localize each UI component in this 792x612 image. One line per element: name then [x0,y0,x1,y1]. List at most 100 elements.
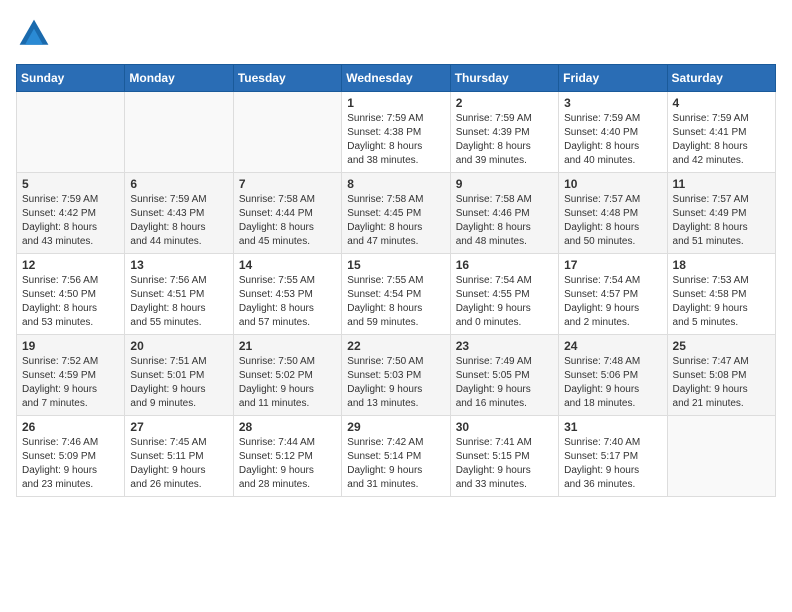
day-number: 31 [564,420,661,434]
day-number: 15 [347,258,444,272]
day-info: Sunrise: 7:59 AM Sunset: 4:40 PM Dayligh… [564,112,661,168]
logo-icon [16,16,52,52]
calendar-week-row: 5 Sunrise: 7:59 AM Sunset: 4:42 PM Daylig… [17,173,776,254]
day-info: Sunrise: 7:58 AM Sunset: 4:45 PM Dayligh… [347,193,444,249]
day-info: Sunrise: 7:54 AM Sunset: 4:57 PM Dayligh… [564,274,661,330]
day-number: 22 [347,339,444,353]
calendar-cell: 12 Sunrise: 7:56 AM Sunset: 4:50 PM Dayli… [17,254,125,335]
day-number: 24 [564,339,661,353]
weekday-header: Saturday [667,65,775,92]
day-info: Sunrise: 7:40 AM Sunset: 5:17 PM Dayligh… [564,436,661,492]
calendar-week-row: 19 Sunrise: 7:52 AM Sunset: 4:59 PM Dayli… [17,335,776,416]
calendar-cell: 1 Sunrise: 7:59 AM Sunset: 4:38 PM Daylig… [342,92,450,173]
day-info: Sunrise: 7:55 AM Sunset: 4:53 PM Dayligh… [239,274,336,330]
day-info: Sunrise: 7:51 AM Sunset: 5:01 PM Dayligh… [130,355,227,411]
day-number: 2 [456,96,553,110]
weekday-header: Thursday [450,65,558,92]
calendar-cell: 18 Sunrise: 7:53 AM Sunset: 4:58 PM Dayli… [667,254,775,335]
day-number: 10 [564,177,661,191]
day-number: 13 [130,258,227,272]
day-info: Sunrise: 7:57 AM Sunset: 4:48 PM Dayligh… [564,193,661,249]
day-info: Sunrise: 7:59 AM Sunset: 4:43 PM Dayligh… [130,193,227,249]
day-number: 3 [564,96,661,110]
calendar-cell: 11 Sunrise: 7:57 AM Sunset: 4:49 PM Dayli… [667,173,775,254]
day-number: 26 [22,420,119,434]
calendar-week-row: 1 Sunrise: 7:59 AM Sunset: 4:38 PM Daylig… [17,92,776,173]
day-info: Sunrise: 7:58 AM Sunset: 4:46 PM Dayligh… [456,193,553,249]
day-number: 7 [239,177,336,191]
calendar-cell: 3 Sunrise: 7:59 AM Sunset: 4:40 PM Daylig… [559,92,667,173]
weekday-header: Tuesday [233,65,341,92]
calendar-cell: 9 Sunrise: 7:58 AM Sunset: 4:46 PM Daylig… [450,173,558,254]
calendar-cell: 24Sunrise: 7:48 AM Sunset: 5:06 PM Dayli… [559,335,667,416]
day-number: 25 [673,339,770,353]
day-info: Sunrise: 7:42 AM Sunset: 5:14 PM Dayligh… [347,436,444,492]
day-info: Sunrise: 7:54 AM Sunset: 4:55 PM Dayligh… [456,274,553,330]
calendar-cell: 25Sunrise: 7:47 AM Sunset: 5:08 PM Dayli… [667,335,775,416]
calendar-cell: 27Sunrise: 7:45 AM Sunset: 5:11 PM Dayli… [125,416,233,497]
day-info: Sunrise: 7:50 AM Sunset: 5:03 PM Dayligh… [347,355,444,411]
weekday-header: Wednesday [342,65,450,92]
day-number: 27 [130,420,227,434]
day-number: 21 [239,339,336,353]
day-number: 14 [239,258,336,272]
calendar-cell: 5 Sunrise: 7:59 AM Sunset: 4:42 PM Daylig… [17,173,125,254]
day-info: Sunrise: 7:55 AM Sunset: 4:54 PM Dayligh… [347,274,444,330]
day-number: 18 [673,258,770,272]
calendar-cell: 2 Sunrise: 7:59 AM Sunset: 4:39 PM Daylig… [450,92,558,173]
day-number: 9 [456,177,553,191]
day-number: 1 [347,96,444,110]
day-number: 6 [130,177,227,191]
day-number: 5 [22,177,119,191]
calendar-cell: 23Sunrise: 7:49 AM Sunset: 5:05 PM Dayli… [450,335,558,416]
day-number: 28 [239,420,336,434]
calendar-cell: 6 Sunrise: 7:59 AM Sunset: 4:43 PM Daylig… [125,173,233,254]
calendar-cell: 21Sunrise: 7:50 AM Sunset: 5:02 PM Dayli… [233,335,341,416]
day-info: Sunrise: 7:56 AM Sunset: 4:50 PM Dayligh… [22,274,119,330]
day-info: Sunrise: 7:56 AM Sunset: 4:51 PM Dayligh… [130,274,227,330]
day-number: 19 [22,339,119,353]
weekday-header: Sunday [17,65,125,92]
day-info: Sunrise: 7:59 AM Sunset: 4:38 PM Dayligh… [347,112,444,168]
day-info: Sunrise: 7:58 AM Sunset: 4:44 PM Dayligh… [239,193,336,249]
day-info: Sunrise: 7:52 AM Sunset: 4:59 PM Dayligh… [22,355,119,411]
calendar-cell: 26 Sunrise: 7:46 AM Sunset: 5:09 PM Dayli… [17,416,125,497]
calendar-header-row: SundayMondayTuesdayWednesdayThursdayFrid… [17,65,776,92]
calendar-cell: 30Sunrise: 7:41 AM Sunset: 5:15 PM Dayli… [450,416,558,497]
calendar-table: SundayMondayTuesdayWednesdayThursdayFrid… [16,64,776,497]
day-number: 8 [347,177,444,191]
calendar-cell [233,92,341,173]
calendar-cell: 16 Sunrise: 7:54 AM Sunset: 4:55 PM Dayli… [450,254,558,335]
calendar-cell: 14 Sunrise: 7:55 AM Sunset: 4:53 PM Dayli… [233,254,341,335]
day-info: Sunrise: 7:41 AM Sunset: 5:15 PM Dayligh… [456,436,553,492]
day-info: Sunrise: 7:59 AM Sunset: 4:42 PM Dayligh… [22,193,119,249]
day-number: 16 [456,258,553,272]
calendar-cell [667,416,775,497]
day-number: 29 [347,420,444,434]
day-number: 23 [456,339,553,353]
day-info: Sunrise: 7:59 AM Sunset: 4:39 PM Dayligh… [456,112,553,168]
calendar-cell: 10 Sunrise: 7:57 AM Sunset: 4:48 PM Dayli… [559,173,667,254]
calendar-cell: 22 Sunrise: 7:50 AM Sunset: 5:03 PM Dayli… [342,335,450,416]
calendar-cell: 31 Sunrise: 7:40 AM Sunset: 5:17 PM Dayli… [559,416,667,497]
day-number: 20 [130,339,227,353]
day-info: Sunrise: 7:53 AM Sunset: 4:58 PM Dayligh… [673,274,770,330]
day-info: Sunrise: 7:57 AM Sunset: 4:49 PM Dayligh… [673,193,770,249]
calendar-cell: 19 Sunrise: 7:52 AM Sunset: 4:59 PM Dayli… [17,335,125,416]
day-number: 12 [22,258,119,272]
day-number: 11 [673,177,770,191]
calendar-cell: 17 Sunrise: 7:54 AM Sunset: 4:57 PM Dayli… [559,254,667,335]
calendar-cell: 28 Sunrise: 7:44 AM Sunset: 5:12 PM Dayli… [233,416,341,497]
weekday-header: Monday [125,65,233,92]
day-info: Sunrise: 7:44 AM Sunset: 5:12 PM Dayligh… [239,436,336,492]
calendar-week-row: 26 Sunrise: 7:46 AM Sunset: 5:09 PM Dayli… [17,416,776,497]
day-info: Sunrise: 7:46 AM Sunset: 5:09 PM Dayligh… [22,436,119,492]
weekday-header: Friday [559,65,667,92]
calendar-cell: 20 Sunrise: 7:51 AM Sunset: 5:01 PM Dayli… [125,335,233,416]
day-info: Sunrise: 7:59 AM Sunset: 4:41 PM Dayligh… [673,112,770,168]
calendar-week-row: 12 Sunrise: 7:56 AM Sunset: 4:50 PM Dayli… [17,254,776,335]
day-number: 17 [564,258,661,272]
calendar-cell: 15 Sunrise: 7:55 AM Sunset: 4:54 PM Dayli… [342,254,450,335]
calendar-cell: 4Sunrise: 7:59 AM Sunset: 4:41 PM Daylig… [667,92,775,173]
calendar-cell: 13 Sunrise: 7:56 AM Sunset: 4:51 PM Dayli… [125,254,233,335]
